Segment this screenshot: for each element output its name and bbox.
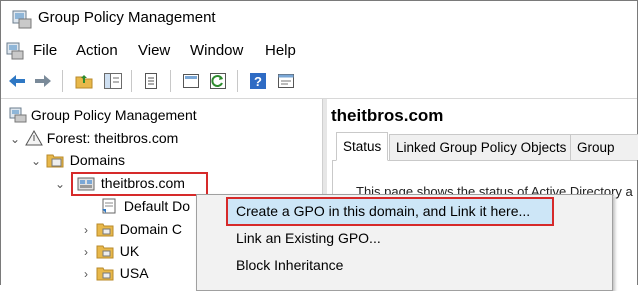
forward-arrow-icon[interactable]: [33, 71, 53, 91]
back-arrow-icon[interactable]: [7, 71, 27, 91]
svg-text:?: ?: [254, 74, 262, 89]
help-icon[interactable]: ?: [248, 71, 268, 91]
details-title: theitbros.com: [331, 106, 444, 125]
domain-icon: [77, 177, 95, 191]
tree-item-uk[interactable]: › UK: [80, 240, 139, 262]
tree-label: theitbros.com: [100, 175, 185, 191]
tab-status[interactable]: Status: [336, 132, 389, 161]
menu-view[interactable]: View: [138, 42, 170, 59]
window-title: Group Policy Management: [38, 9, 216, 26]
menu-app-icon: [6, 42, 24, 60]
chevron-down-icon[interactable]: ⌄: [54, 173, 66, 195]
domains-folder-icon: [46, 154, 64, 168]
tree-label: Group Policy Management: [30, 107, 197, 123]
menu-item-link-existing-gpo[interactable]: Link an Existing GPO...: [236, 230, 381, 246]
export-icon[interactable]: [181, 71, 201, 91]
tree-item-root[interactable]: Group Policy Management: [9, 104, 197, 126]
tree-label: UK: [119, 243, 140, 259]
tab-linked-gpos[interactable]: Linked Group Policy Objects: [389, 134, 574, 160]
menu-item-create-gpo[interactable]: Create a GPO in this domain, and Link it…: [236, 203, 530, 219]
toolbar-separator: [131, 70, 132, 92]
menu-file[interactable]: File: [33, 42, 57, 59]
refresh-icon[interactable]: [208, 71, 228, 91]
chevron-right-icon[interactable]: ›: [80, 263, 92, 285]
tree-label: Domains: [69, 152, 126, 168]
chevron-right-icon[interactable]: ›: [80, 219, 92, 241]
tree-label: Domain C: [119, 221, 183, 237]
toolbar-separator: [170, 70, 171, 92]
console-icon[interactable]: [276, 71, 296, 91]
tree-label: USA: [119, 265, 149, 281]
ou-folder-icon: [96, 267, 114, 281]
ou-folder-icon: [96, 245, 114, 259]
ou-folder-icon: [96, 223, 114, 237]
menu-item-block-inheritance[interactable]: Block Inheritance: [236, 257, 343, 273]
toolbar-separator: [62, 70, 63, 92]
chevron-down-icon[interactable]: ⌄: [30, 150, 42, 172]
tree-item-domain-label[interactable]: theitbros.com: [77, 172, 185, 194]
up-folder-icon[interactable]: [74, 71, 94, 91]
toolbar-separator: [237, 70, 238, 92]
tree-item-default-domain-policy[interactable]: Default Do: [100, 195, 190, 217]
gpm-tree-icon: [9, 107, 27, 123]
toolbar: [1, 64, 637, 99]
tree-label: Forest: theitbros.com: [46, 130, 179, 146]
tree-item-domains[interactable]: ⌄ Domains: [30, 149, 125, 171]
tree-item-forest[interactable]: ⌄ Forest: theitbros.com: [9, 127, 178, 149]
menu-window[interactable]: Window: [190, 42, 243, 59]
gpm-app-icon: [12, 10, 32, 29]
properties-icon[interactable]: [141, 71, 161, 91]
gpo-link-icon: [102, 198, 116, 214]
tab-group-policy-inheritance[interactable]: Group Poli: [570, 134, 638, 160]
menu-help[interactable]: Help: [265, 42, 296, 59]
tree-label: Default Do: [123, 198, 191, 214]
chevron-down-icon[interactable]: ⌄: [9, 128, 21, 150]
menu-action[interactable]: Action: [76, 42, 118, 59]
forest-icon: [25, 129, 43, 146]
tree-item-usa[interactable]: › USA: [80, 262, 149, 284]
chevron-right-icon[interactable]: ›: [80, 241, 92, 263]
show-tree-icon[interactable]: [103, 71, 123, 91]
tree-item-domain-controllers[interactable]: › Domain C: [80, 218, 182, 240]
tree-item-domain[interactable]: ⌄: [54, 172, 66, 194]
